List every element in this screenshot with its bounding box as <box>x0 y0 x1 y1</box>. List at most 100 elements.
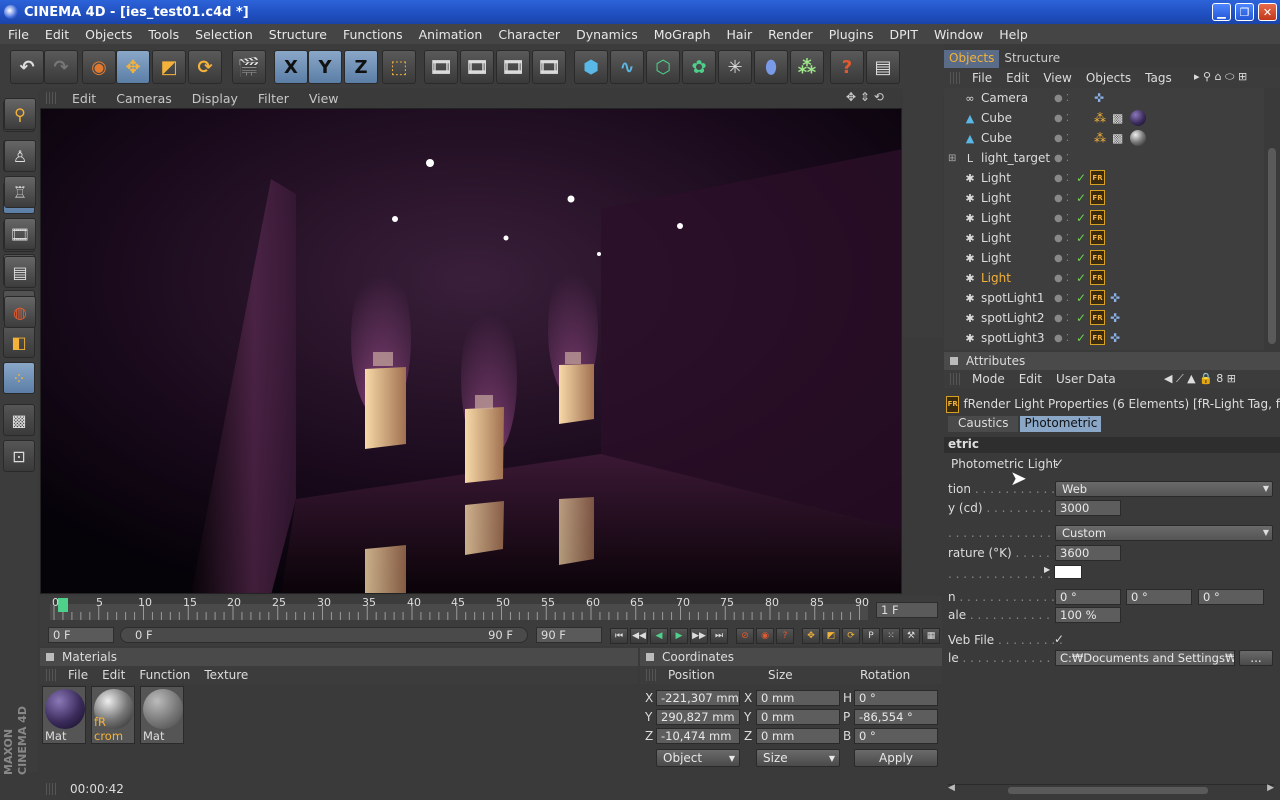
texture-mode-icon[interactable]: ⁘ <box>3 362 35 394</box>
enabled-check-icon[interactable]: ✓ <box>1076 331 1086 345</box>
objects-menu-tags[interactable]: Tags <box>1139 71 1180 85</box>
maximize-button[interactable]: ❐ <box>1235 3 1254 21</box>
frender-tag-icon[interactable]: FR <box>1090 170 1105 185</box>
frender-tag-icon[interactable]: FR <box>1090 230 1105 245</box>
visibility-dots[interactable]: ● ⁚ <box>1054 253 1069 264</box>
scroll-left-icon[interactable]: ◀ <box>948 783 955 793</box>
list-item[interactable]: ✱ Light ● ⁚ ✓ FR <box>944 208 1264 228</box>
object-list-scrollbar[interactable] <box>1264 88 1280 350</box>
expand-icon[interactable]: ⊞ <box>948 153 956 164</box>
visibility-dots[interactable]: ● ⁚ <box>1054 93 1069 104</box>
globe-icon[interactable]: ◍ <box>4 296 36 328</box>
move-icon[interactable]: ✥ <box>116 50 150 84</box>
minimize-button[interactable]: ▁ <box>1212 3 1231 21</box>
render-region-icon[interactable]: 🎬 <box>232 50 266 84</box>
list-item[interactable]: ✱ spotLight1 ● ⁚ ✓ FR ✜ <box>944 288 1264 308</box>
scale-field[interactable]: 100 % <box>1055 607 1121 623</box>
scrollbar-thumb[interactable] <box>1268 148 1276 344</box>
list-item[interactable]: ✱ Light ● ⁚ ✓ FR <box>944 268 1264 288</box>
pose-icon[interactable]: ♖ <box>4 176 36 208</box>
keyframe-help-icon[interactable]: ? <box>776 628 794 644</box>
current-frame-field[interactable]: 1 F <box>876 602 938 618</box>
visibility-dots[interactable]: ● ⁚ <box>1054 113 1069 124</box>
menu-file[interactable]: File <box>0 27 37 42</box>
cube-primitive-icon[interactable]: ⬢ <box>574 50 608 84</box>
key-options-icon[interactable]: ▦ <box>922 628 940 644</box>
menu-animation[interactable]: Animation <box>411 27 491 42</box>
pointer-icon[interactable]: ◉ <box>82 50 116 84</box>
enabled-check-icon[interactable]: ✓ <box>1076 251 1086 265</box>
menu-selection[interactable]: Selection <box>187 27 261 42</box>
list-item[interactable]: ∞ Camera ● ⁚ ✜ <box>944 88 1264 108</box>
y-axis-button[interactable]: Y <box>308 50 342 84</box>
scroll-right-icon[interactable]: ▶ <box>1267 783 1274 793</box>
attributes-scrollbar[interactable]: ◀ ▶ <box>948 783 1274 796</box>
scene-icon[interactable]: ⬮ <box>754 50 788 84</box>
tab-structure[interactable]: Structure <box>999 50 1065 68</box>
timeline[interactable]: 0 5 10 15 20 25 30 35 40 45 50 55 60 65 … <box>40 596 942 624</box>
list-item[interactable]: ✱ Light ● ⁚ ✓ FR <box>944 188 1264 208</box>
coordinate-system-icon[interactable]: ⬚ <box>382 50 416 84</box>
attributes-menu-userdata[interactable]: User Data <box>1050 372 1124 386</box>
z-axis-button[interactable]: Z <box>344 50 378 84</box>
menu-tools[interactable]: Tools <box>140 27 187 42</box>
help-icon[interactable]: ? <box>830 50 864 84</box>
intensity-field[interactable]: 3000 <box>1055 500 1121 516</box>
enabled-check-icon[interactable]: ✓ <box>1076 291 1086 305</box>
coordinate-mode-dropdown[interactable]: Object ▼ <box>656 749 740 767</box>
viewport[interactable] <box>40 108 902 594</box>
render-queue-icon[interactable]: 🎞 <box>532 50 566 84</box>
objects-menu-edit[interactable]: Edit <box>1000 71 1037 85</box>
enabled-check-icon[interactable]: ✓ <box>1076 211 1086 225</box>
visibility-dots[interactable]: ● ⁚ <box>1054 313 1069 324</box>
viewport-menu-edit[interactable]: Edit <box>62 91 106 106</box>
visibility-dots[interactable]: ● ⁚ <box>1054 333 1069 344</box>
tab-objects[interactable]: Objects <box>944 50 1000 68</box>
uv-icon[interactable]: ⊡ <box>3 440 35 472</box>
autokey-icon[interactable]: ◉ <box>756 628 774 644</box>
spline-icon[interactable]: ∿ <box>610 50 644 84</box>
position-x-field[interactable]: -221,307 mm <box>656 690 740 706</box>
redo-icon[interactable]: ↷ <box>44 50 78 84</box>
menu-structure[interactable]: Structure <box>261 27 335 42</box>
expand-triangle-icon[interactable]: ▶ <box>1044 565 1050 574</box>
play-icon[interactable]: ▶ <box>670 628 688 644</box>
scale-icon[interactable]: ◩ <box>152 50 186 84</box>
rotation-p-field[interactable]: 0 ° <box>1126 589 1192 605</box>
uvw-tag-icon[interactable]: ▩ <box>1112 131 1123 145</box>
list-item[interactable]: ✱ spotLight3 ● ⁚ ✓ FR ✜ <box>944 328 1264 348</box>
materials-menu-file[interactable]: File <box>62 668 96 682</box>
goto-start-icon[interactable]: ⏮ <box>610 628 628 644</box>
frender-tag-icon[interactable]: FR <box>1090 290 1105 305</box>
menu-render[interactable]: Render <box>760 27 821 42</box>
menu-plugins[interactable]: Plugins <box>821 27 882 42</box>
step-back-icon[interactable]: ◀◀ <box>630 628 648 644</box>
rotation-p-field[interactable]: -86,554 ° <box>854 709 938 725</box>
key-pla-icon[interactable]: ⚒ <box>902 628 920 644</box>
viewport-menu-display[interactable]: Display <box>182 91 248 106</box>
frender-tag-icon[interactable]: FR <box>1090 330 1105 345</box>
polygons-mode-icon[interactable]: ◧ <box>3 326 35 358</box>
menu-window[interactable]: Window <box>926 27 991 42</box>
render-view-side-icon[interactable]: 🎞 <box>4 218 36 250</box>
key-scale-icon[interactable]: ◩ <box>822 628 840 644</box>
goto-end-icon[interactable]: ⏭ <box>710 628 728 644</box>
record-icon[interactable]: ⊘ <box>736 628 754 644</box>
rotation-b-field[interactable]: 0 ° <box>1198 589 1264 605</box>
tab-photometric[interactable]: Photometric <box>1020 416 1102 432</box>
color-mode-dropdown[interactable]: Custom ▼ <box>1055 525 1273 541</box>
visibility-dots[interactable]: ● ⁚ <box>1054 133 1069 144</box>
visibility-dots[interactable]: ● ⁚ <box>1054 173 1069 184</box>
menu-character[interactable]: Character <box>490 27 568 42</box>
attributes-menu-edit[interactable]: Edit <box>1013 372 1050 386</box>
position-y-field[interactable]: 290,827 mm <box>656 709 740 725</box>
particles-icon[interactable]: ⁂ <box>790 50 824 84</box>
material-tag-icon[interactable] <box>1130 110 1146 126</box>
visibility-dots[interactable]: ● ⁚ <box>1054 193 1069 204</box>
attributes-nav-icons[interactable]: ◀ ⟋ ▲ 🔒 8 ⊞ <box>1158 372 1244 386</box>
materials-menu-edit[interactable]: Edit <box>96 668 133 682</box>
visibility-dots[interactable]: ● ⁚ <box>1054 153 1069 164</box>
photometric-light-checkbox[interactable]: ✓ <box>1054 456 1064 470</box>
uvw-tag-icon[interactable]: ▩ <box>1112 111 1123 125</box>
frender-tag-icon[interactable]: FR <box>1090 270 1105 285</box>
